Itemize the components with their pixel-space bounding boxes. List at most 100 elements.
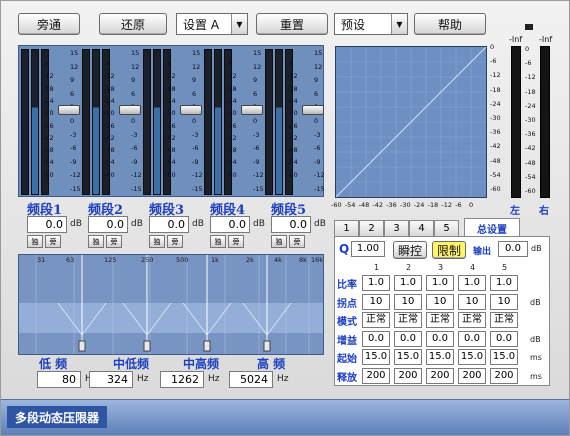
- scale-tick: -12: [314, 171, 325, 180]
- setting-cell[interactable]: 1.0: [426, 275, 454, 291]
- setting-cell[interactable]: 15.0: [458, 349, 486, 365]
- band-solo-button[interactable]: 独: [210, 235, 226, 248]
- crossover-handle[interactable]: [263, 340, 271, 352]
- scale-tick: -48: [43, 146, 54, 155]
- crossover-freq-field[interactable]: 5024: [229, 371, 273, 388]
- band-gain-field[interactable]: 0.0: [271, 216, 311, 233]
- band-gain-field[interactable]: 0.0: [27, 216, 67, 233]
- setting-cell[interactable]: 200: [394, 367, 422, 384]
- setting-cell[interactable]: 200: [362, 367, 390, 384]
- restore-button[interactable]: 还原: [99, 13, 167, 35]
- setting-cell[interactable]: 0.0: [394, 330, 422, 347]
- tab-2[interactable]: 2: [359, 220, 384, 236]
- setting-cell[interactable]: 10: [362, 293, 390, 310]
- setting-cell[interactable]: 正常: [362, 312, 390, 328]
- band-gain-field[interactable]: 0.0: [88, 216, 128, 233]
- tab-1[interactable]: 1: [334, 220, 359, 236]
- scale-tick: -36: [226, 121, 237, 130]
- left-peak-readout: -Inf: [509, 35, 523, 44]
- setting-cell[interactable]: 200: [490, 367, 518, 384]
- settings-select[interactable]: 设置 A ▼: [176, 13, 248, 35]
- preset-select[interactable]: 预设 ▼: [334, 13, 408, 35]
- setting-cell[interactable]: 15.0: [490, 349, 518, 365]
- scale-tick: 15: [192, 49, 201, 57]
- band-bypass-button[interactable]: 旁: [167, 235, 183, 248]
- tab-5[interactable]: 5: [434, 220, 459, 236]
- crossover-handle[interactable]: [203, 340, 211, 352]
- band-solo-button[interactable]: 独: [149, 235, 165, 248]
- limit-button[interactable]: 限制: [432, 241, 466, 259]
- setting-cell[interactable]: 1.0: [394, 275, 422, 291]
- freq-tick: 8k: [299, 256, 307, 264]
- setting-cell[interactable]: 15.0: [394, 349, 422, 365]
- scale-tick: -60: [226, 170, 237, 179]
- band-gain-field[interactable]: 0.0: [149, 216, 189, 233]
- setting-cell[interactable]: 0.0: [490, 330, 518, 347]
- scale-tick: -6: [43, 60, 50, 68]
- scale-tick: -12: [43, 72, 54, 81]
- setting-cell[interactable]: 200: [426, 367, 454, 384]
- band-fader-thumb[interactable]: [241, 105, 263, 115]
- setting-cell[interactable]: 1.0: [362, 275, 390, 291]
- scale-tick: -54: [165, 158, 176, 167]
- setting-cell[interactable]: 10: [426, 293, 454, 310]
- freq-tick: 63: [66, 256, 75, 264]
- setting-cell[interactable]: 15.0: [426, 349, 454, 365]
- tab-4[interactable]: 4: [409, 220, 434, 236]
- setting-cell[interactable]: 10: [394, 293, 422, 310]
- meter-tick: -24: [525, 101, 536, 110]
- band-bypass-button[interactable]: 旁: [45, 235, 61, 248]
- band-fader-thumb[interactable]: [302, 105, 324, 115]
- band-fader-thumb[interactable]: [119, 105, 141, 115]
- help-button[interactable]: 帮助: [414, 13, 486, 35]
- meter-tick: -6: [525, 59, 532, 68]
- setting-cell[interactable]: 正常: [394, 312, 422, 328]
- freq-tick: 125: [104, 256, 117, 264]
- scale-tick: 12: [253, 62, 262, 71]
- meter-tick: 0: [525, 45, 530, 53]
- crossover-freq-field[interactable]: 324: [89, 371, 133, 388]
- setting-cell[interactable]: 15.0: [362, 349, 390, 365]
- band-solo-button[interactable]: 独: [27, 235, 43, 248]
- crossover-handle[interactable]: [143, 340, 151, 352]
- crossover-svg: [19, 255, 323, 354]
- setting-cell[interactable]: 0.0: [458, 330, 486, 347]
- band-bypass-button[interactable]: 旁: [228, 235, 244, 248]
- row-label: 增益: [337, 335, 357, 347]
- setting-cell[interactable]: 1.0: [490, 275, 518, 291]
- q-field[interactable]: 1.00: [351, 241, 385, 257]
- setting-cell[interactable]: 10: [458, 293, 486, 310]
- bypass-button[interactable]: 旁通: [18, 13, 80, 35]
- band-fader-thumb[interactable]: [58, 105, 80, 115]
- row-label: 起始: [337, 354, 357, 365]
- band-solo-button[interactable]: 独: [88, 235, 104, 248]
- fader-track: [21, 49, 29, 195]
- crossover-freq-field[interactable]: 80: [37, 371, 81, 388]
- setting-cell[interactable]: 正常: [426, 312, 454, 328]
- scale-tick: -6: [192, 144, 199, 153]
- tab-6[interactable]: 总设置: [464, 218, 520, 237]
- left-channel-label: 左: [510, 206, 520, 217]
- setting-cell[interactable]: 0.0: [426, 330, 454, 347]
- output-field[interactable]: 0.0: [498, 241, 528, 257]
- band-gain-field[interactable]: 0.0: [210, 216, 250, 233]
- band-fader-thumb[interactable]: [180, 105, 202, 115]
- setting-cell[interactable]: 1.0: [458, 275, 486, 291]
- setting-cell[interactable]: 200: [458, 367, 486, 384]
- setting-cell[interactable]: 10: [490, 293, 518, 310]
- setting-cell[interactable]: 正常: [458, 312, 486, 328]
- scale-tick: -48: [287, 146, 298, 155]
- setting-cell[interactable]: 正常: [490, 312, 518, 328]
- crossover-freq-field[interactable]: 1262: [160, 371, 204, 388]
- band-bypass-button[interactable]: 旁: [289, 235, 305, 248]
- band-bypass-button[interactable]: 旁: [106, 235, 122, 248]
- crossover-handle[interactable]: [78, 340, 86, 352]
- setting-cell[interactable]: 0.0: [362, 330, 390, 347]
- scale-tick: -9: [253, 157, 260, 166]
- reset-button[interactable]: 重置: [256, 13, 328, 35]
- tab-3[interactable]: 3: [384, 220, 409, 236]
- band-solo-button[interactable]: 独: [271, 235, 287, 248]
- meter-reset-icon[interactable]: [525, 24, 533, 30]
- plugin-title: 多段动态压限器: [7, 406, 108, 428]
- transient-button[interactable]: 瞬控: [393, 241, 427, 259]
